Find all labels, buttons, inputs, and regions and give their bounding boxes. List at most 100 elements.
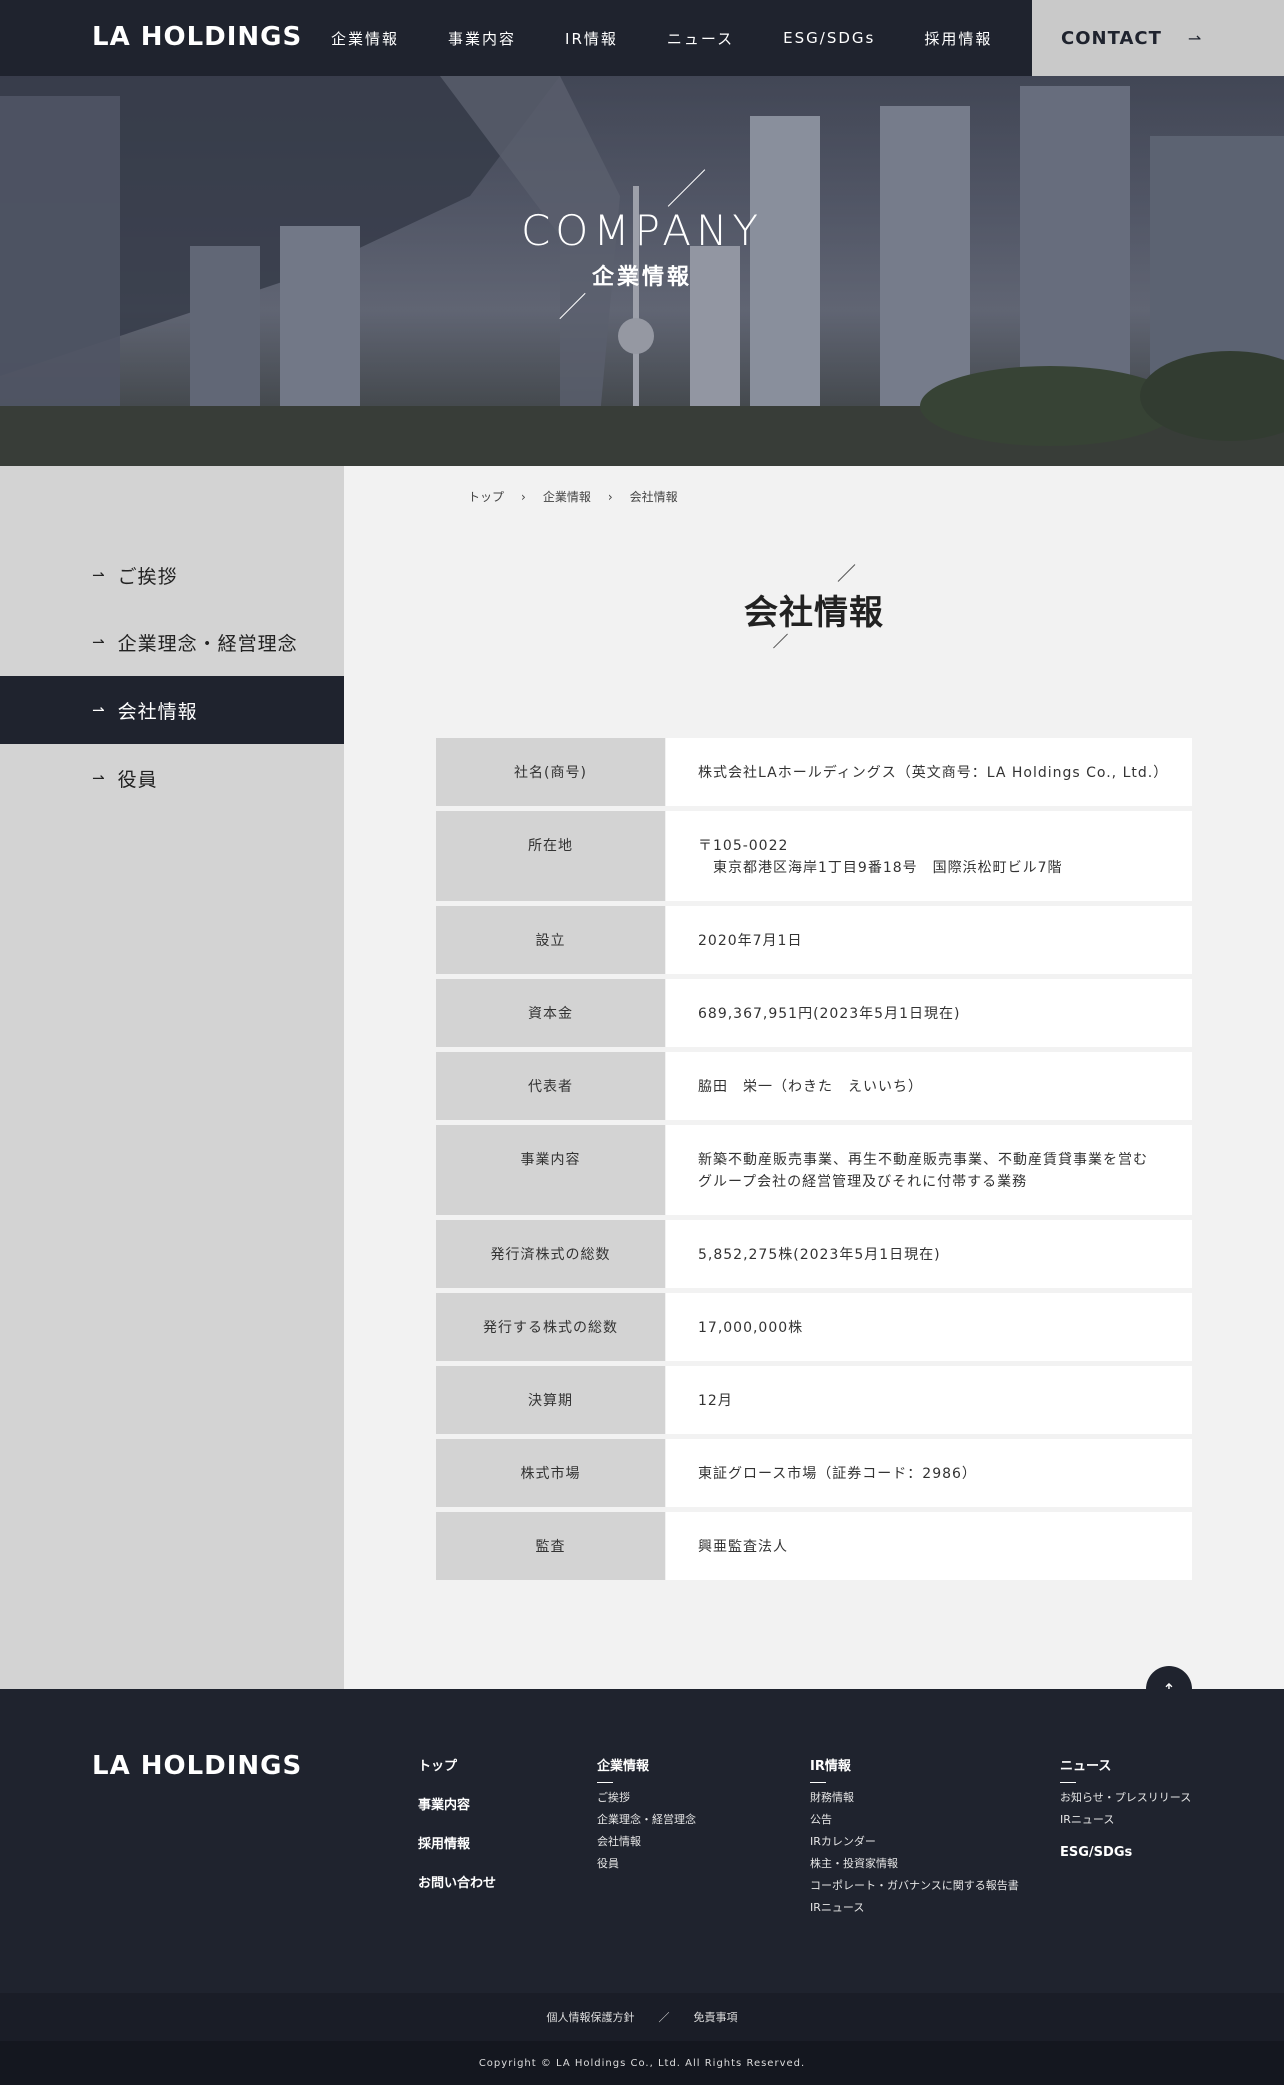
arrow-right-icon: ⇀ [92, 633, 106, 651]
hero-banner: COMPANY 企業情報 [0, 76, 1284, 466]
row-value: 株式会社LAホールディングス（英文商号：LA Holdings Co., Ltd… [666, 738, 1192, 806]
breadcrumb-current: 会社情報 [629, 490, 678, 504]
footer-link[interactable]: 役員 [597, 1857, 696, 1871]
footer-link[interactable]: 公告 [810, 1813, 1019, 1827]
disclaimer-link[interactable]: 免責事項 [694, 2009, 738, 2025]
footer-col-news: ニュース お知らせ・プレスリリース IRニュース ESG/SDGs [1060, 1755, 1191, 1860]
row-label: 事業内容 [436, 1125, 665, 1215]
footer-link[interactable]: IRカレンダー [810, 1835, 1019, 1849]
row-value: 〒105-0022 東京都港区海岸1丁目9番18号 国際浜松町ビル7階 [666, 811, 1192, 901]
global-nav: 企業情報 事業内容 IR情報 ニュース ESG/SDGs 採用情報 [331, 0, 1041, 76]
page-title: 会社情報 [744, 593, 884, 633]
table-row: 設立 2020年7月1日 [436, 906, 1192, 974]
footer-link[interactable]: 企業理念・経営理念 [597, 1813, 696, 1827]
row-value: 脇田 栄一（わきた えいいち） [666, 1052, 1192, 1120]
chevron-right-icon: › [521, 489, 526, 504]
nav-esg[interactable]: ESG/SDGs [783, 29, 875, 47]
table-row: 監査 興亜監査法人 [436, 1512, 1192, 1580]
footer-link[interactable]: 財務情報 [810, 1791, 1019, 1805]
table-row: 所在地 〒105-0022 東京都港区海岸1丁目9番18号 国際浜松町ビル7階 [436, 811, 1192, 901]
row-label: 資本金 [436, 979, 665, 1047]
row-value: 5,852,275株(2023年5月1日現在) [666, 1220, 1192, 1288]
row-label: 株式市場 [436, 1439, 665, 1507]
footer-heading-ir[interactable]: IR情報 [810, 1755, 1019, 1783]
row-value: 12月 [666, 1366, 1192, 1434]
table-row: 株式市場 東証グロース市場（証券コード：2986） [436, 1439, 1192, 1507]
sidebar-item-greeting[interactable]: ⇀ ご挨拶 [0, 541, 344, 609]
table-row: 社名(商号) 株式会社LAホールディングス（英文商号：LA Holdings C… [436, 738, 1192, 806]
table-row: 発行済株式の総数 5,852,275株(2023年5月1日現在) [436, 1220, 1192, 1288]
breadcrumb: トップ › 企業情報 › 会社情報 [468, 488, 678, 505]
footer-link[interactable]: 会社情報 [597, 1835, 696, 1849]
row-label: 発行する株式の総数 [436, 1293, 665, 1361]
row-label: 設立 [436, 906, 665, 974]
footer-link[interactable]: お知らせ・プレスリリース [1060, 1791, 1191, 1805]
table-row: 発行する株式の総数 17,000,000株 [436, 1293, 1192, 1361]
contact-button[interactable]: CONTACT ⇀ [1032, 0, 1284, 76]
footer-link[interactable]: IRニュース [810, 1901, 1019, 1915]
sidebar-item-label: 役員 [117, 768, 158, 791]
row-value: 東証グロース市場（証券コード：2986） [666, 1439, 1192, 1507]
footer-link[interactable]: IRニュース [1060, 1813, 1191, 1827]
row-value: 新築不動産販売事業、再生不動産販売事業、不動産賃貸事業を営む グループ会社の経営管… [666, 1125, 1192, 1215]
table-row: 資本金 689,367,951円(2023年5月1日現在) [436, 979, 1192, 1047]
row-label: 代表者 [436, 1052, 665, 1120]
copyright: Copyright © LA Holdings Co., Ltd. All Ri… [0, 2041, 1284, 2085]
separator: ／ [658, 2011, 670, 2024]
legal-links: 個人情報保護方針 ／ 免責事項 [0, 1993, 1284, 2041]
arrow-right-icon: ⇀ [92, 701, 106, 719]
arrow-right-icon: ⇀ [1187, 28, 1202, 48]
footer-link-top[interactable]: トップ [418, 1755, 496, 1774]
sidebar-item-officers[interactable]: ⇀ 役員 [0, 744, 344, 812]
footer-link[interactable]: コーポレート・ガバナンスに関する報告書 [810, 1879, 1019, 1893]
breadcrumb-top[interactable]: トップ [468, 488, 504, 505]
nav-company[interactable]: 企業情報 [331, 28, 399, 49]
sidebar-item-label: 企業理念・経営理念 [117, 632, 298, 655]
footer-col-ir: IR情報 財務情報 公告 IRカレンダー 株主・投資家情報 コーポレート・ガバナ… [810, 1755, 1019, 1915]
contact-label: CONTACT [1061, 27, 1162, 49]
sidebar: ⇀ ご挨拶 ⇀ 企業理念・経営理念 ⇀ 会社情報 ⇀ 役員 [0, 466, 344, 1689]
company-info-table: 社名(商号) 株式会社LAホールディングス（英文商号：LA Holdings C… [436, 738, 1192, 1585]
row-label: 社名(商号) [436, 738, 665, 806]
row-label: 監査 [436, 1512, 665, 1580]
sidebar-item-philosophy[interactable]: ⇀ 企業理念・経営理念 [0, 608, 344, 676]
footer-link[interactable]: ご挨拶 [597, 1791, 696, 1805]
sidebar-item-company-info[interactable]: ⇀ 会社情報 [0, 676, 344, 744]
site-header: LA HOLDINGS 企業情報 事業内容 IR情報 ニュース ESG/SDGs… [0, 0, 1284, 76]
chevron-right-icon: › [607, 489, 613, 504]
privacy-policy-link[interactable]: 個人情報保護方針 [547, 2009, 635, 2025]
row-label: 所在地 [436, 811, 665, 901]
table-row: 代表者 脇田 栄一（わきた えいいち） [436, 1052, 1192, 1120]
footer-link-recruit[interactable]: 採用情報 [418, 1833, 496, 1852]
row-value: 興亜監査法人 [666, 1512, 1192, 1580]
arrow-right-icon: ⇀ [92, 566, 106, 584]
footer-heading-company[interactable]: 企業情報 [597, 1755, 696, 1783]
footer-heading-news[interactable]: ニュース [1060, 1755, 1191, 1783]
nav-business[interactable]: 事業内容 [448, 28, 516, 49]
sidebar-item-label: 会社情報 [117, 700, 198, 723]
hero-subtitle: 企業情報 [591, 265, 692, 290]
nav-news[interactable]: ニュース [667, 28, 734, 49]
footer-col-main: トップ 事業内容 採用情報 お問い合わせ [418, 1755, 496, 1891]
footer-link-contact[interactable]: お問い合わせ [418, 1872, 496, 1891]
site-logo[interactable]: LA HOLDINGS [92, 22, 302, 52]
row-value: 689,367,951円(2023年5月1日現在) [666, 979, 1192, 1047]
row-label: 決算期 [436, 1366, 665, 1434]
sidebar-item-label: ご挨拶 [117, 565, 178, 588]
arrow-right-icon: ⇀ [92, 769, 106, 787]
footer-link-business[interactable]: 事業内容 [418, 1794, 496, 1813]
nav-ir[interactable]: IR情報 [565, 28, 618, 49]
footer-logo[interactable]: LA HOLDINGS [92, 1751, 302, 1781]
table-row: 事業内容 新築不動産販売事業、再生不動産販売事業、不動産賃貸事業を営む グループ会… [436, 1125, 1192, 1215]
site-footer: LA HOLDINGS トップ 事業内容 採用情報 お問い合わせ 企業情報 ご挨… [0, 1689, 1284, 1993]
footer-link[interactable]: 株主・投資家情報 [810, 1857, 1019, 1871]
breadcrumb-company[interactable]: 企業情報 [543, 488, 591, 505]
row-value: 2020年7月1日 [666, 906, 1192, 974]
footer-heading-esg[interactable]: ESG/SDGs [1060, 1845, 1191, 1860]
nav-recruit[interactable]: 採用情報 [924, 28, 992, 49]
footer-col-company: 企業情報 ご挨拶 企業理念・経営理念 会社情報 役員 [597, 1755, 696, 1871]
table-row: 決算期 12月 [436, 1366, 1192, 1434]
hero-title: COMPANY [520, 206, 764, 255]
row-value: 17,000,000株 [666, 1293, 1192, 1361]
row-label: 発行済株式の総数 [436, 1220, 665, 1288]
